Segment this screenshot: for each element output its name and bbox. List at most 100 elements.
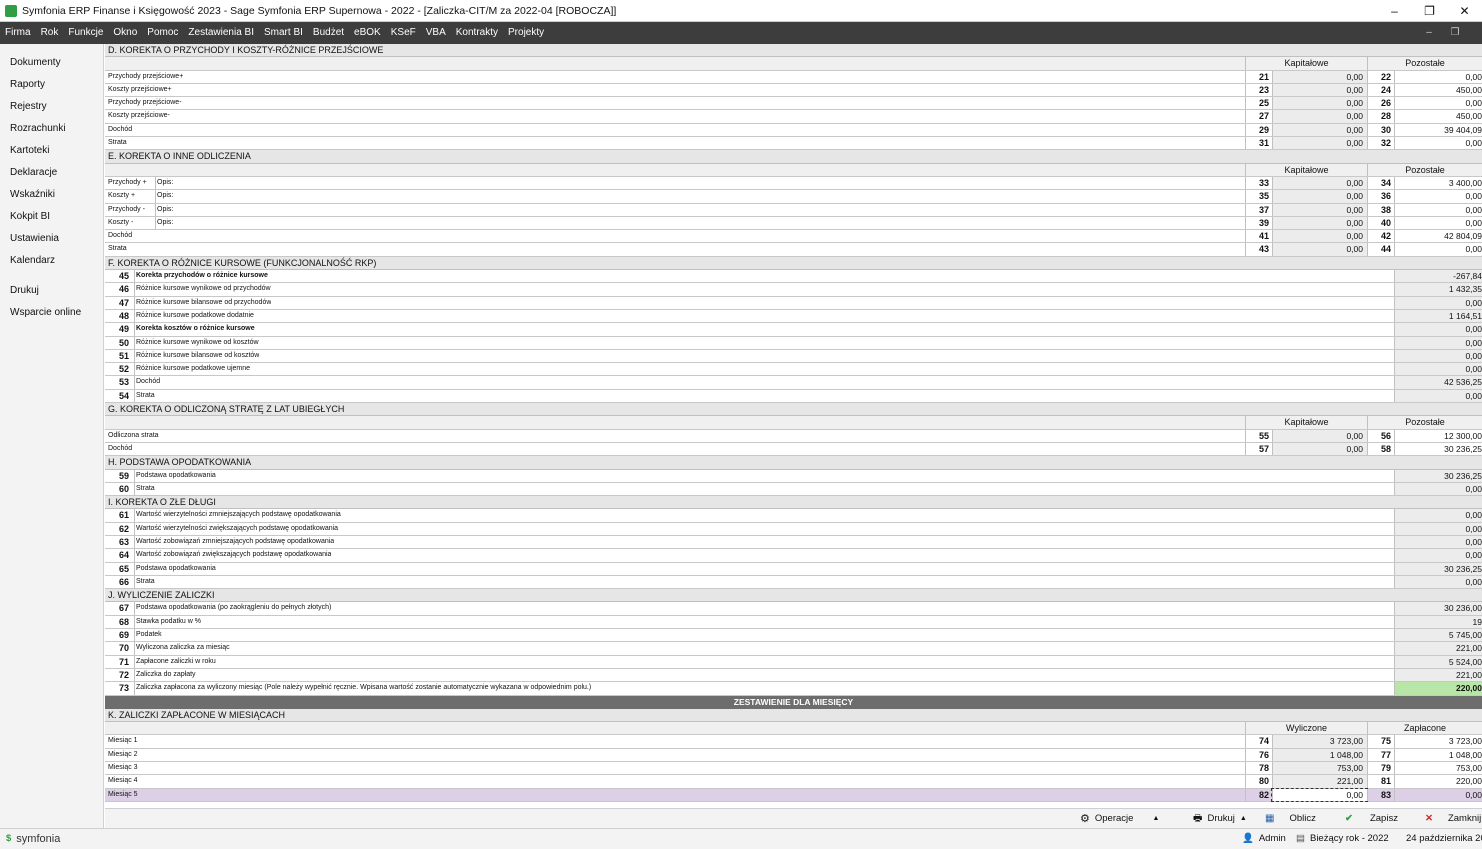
value-field-2[interactable]: 0,00	[1394, 243, 1482, 256]
value-field[interactable]: 19	[1394, 615, 1482, 629]
value-field-1[interactable]: 0,00	[1272, 216, 1367, 230]
value-field[interactable]: 0,00	[1394, 509, 1482, 522]
opis-field[interactable]: Opis:	[155, 216, 173, 230]
maximize-button[interactable]: ❐	[1412, 0, 1447, 22]
value-field-1[interactable]: 753,00	[1272, 762, 1367, 775]
value-field[interactable]: 0,00	[1394, 296, 1482, 309]
menu-item-smart-bi[interactable]: Smart BI	[259, 22, 308, 44]
value-field-2[interactable]: 0,00	[1394, 190, 1482, 203]
value-field-1[interactable]: 0,00	[1272, 442, 1367, 456]
value-field-2[interactable]: 220,00	[1394, 775, 1482, 788]
menu-item-kontrakty[interactable]: Kontrakty	[451, 22, 503, 44]
value-field-1[interactable]: 0,00	[1272, 97, 1367, 110]
value-field-2[interactable]: 1 048,00	[1394, 748, 1482, 762]
value-field[interactable]: 0,00	[1394, 535, 1482, 549]
value-field[interactable]: 42 536,25	[1394, 376, 1482, 389]
value-field-1[interactable]: 0,00	[1272, 190, 1367, 203]
sidebar-item-7[interactable]: Kokpit BI	[0, 206, 103, 228]
value-field[interactable]: 0,00	[1394, 336, 1482, 349]
mdi-restore-button[interactable]: ❐	[1442, 22, 1468, 44]
value-field-2[interactable]: 450,00	[1394, 110, 1482, 123]
value-field[interactable]: 30 236,25	[1394, 469, 1482, 482]
sidebar-item-4[interactable]: Kartoteki	[0, 140, 103, 162]
value-field-1[interactable]: 0,00	[1272, 70, 1367, 83]
value-field[interactable]: 30 236,00	[1394, 602, 1482, 615]
value-field[interactable]: 0,00	[1394, 522, 1482, 535]
value-field-1[interactable]: 0,00	[1272, 243, 1367, 256]
value-field-2[interactable]: 3 400,00	[1394, 176, 1482, 190]
value-field[interactable]: 0,00	[1394, 482, 1482, 496]
sidebar-action-0[interactable]: Drukuj	[0, 280, 103, 302]
sidebar-item-9[interactable]: Kalendarz	[0, 250, 103, 272]
menu-item-okno[interactable]: Okno	[108, 22, 142, 44]
value-field-2[interactable]: 42 804,09	[1394, 230, 1482, 243]
value-field-1[interactable]: 0,00	[1272, 137, 1367, 150]
close-button[interactable]: ✕	[1447, 0, 1482, 22]
value-field[interactable]: 30 236,25	[1394, 562, 1482, 575]
menu-item-firma[interactable]: Firma	[0, 22, 36, 44]
value-field[interactable]: 0,00	[1394, 389, 1482, 403]
value-field-2[interactable]: 450,00	[1394, 83, 1482, 97]
value-field-1[interactable]: 3 723,00	[1272, 735, 1367, 748]
value-field-1[interactable]: 0,00	[1272, 110, 1367, 123]
value-field-2[interactable]: 39 404,09	[1394, 123, 1482, 137]
value-field-1[interactable]: 0,00	[1272, 203, 1367, 216]
menu-item-zestawienia-bi[interactable]: Zestawienia BI	[183, 22, 259, 44]
value-field-2[interactable]: 0,00	[1394, 216, 1482, 230]
value-field-2[interactable]: 12 300,00	[1394, 429, 1482, 442]
value-field-1[interactable]: 221,00	[1272, 775, 1367, 788]
sidebar-item-0[interactable]: Dokumenty	[0, 52, 103, 74]
zapisz-button[interactable]: ✔ Zapisz	[1345, 809, 1398, 829]
value-field[interactable]: 0,00	[1394, 575, 1482, 589]
sidebar-item-2[interactable]: Rejestry	[0, 96, 103, 118]
value-field[interactable]: 0,00	[1394, 323, 1482, 336]
menu-item-projekty[interactable]: Projekty	[503, 22, 549, 44]
value-field[interactable]: 1 432,35	[1394, 283, 1482, 296]
value-field[interactable]: 0,00	[1394, 363, 1482, 376]
mdi-minimize-button[interactable]: –	[1416, 22, 1442, 44]
value-field-1[interactable]: 1 048,00	[1272, 748, 1367, 762]
value-field-1[interactable]: 0,00	[1272, 230, 1367, 243]
sidebar-item-6[interactable]: Wskaźniki	[0, 184, 103, 206]
value-field[interactable]: 221,00	[1394, 668, 1482, 682]
menu-item-ebok[interactable]: eBOK	[349, 22, 386, 44]
value-field[interactable]: 1 164,51	[1394, 309, 1482, 323]
opis-field[interactable]: Opis:	[155, 203, 173, 216]
value-field-2[interactable]: 0,00	[1394, 203, 1482, 216]
value-field-2[interactable]: 0,00	[1394, 70, 1482, 83]
value-field-2[interactable]: 0,00	[1394, 788, 1482, 801]
sidebar-item-3[interactable]: Rozrachunki	[0, 118, 103, 140]
value-field[interactable]: 5 524,00	[1394, 655, 1482, 668]
value-field-1[interactable]: 0,00	[1272, 123, 1367, 137]
minimize-button[interactable]: –	[1377, 0, 1412, 22]
sidebar-item-8[interactable]: Ustawienia	[0, 228, 103, 250]
value-field[interactable]: 0,00	[1394, 349, 1482, 363]
menu-item-budżet[interactable]: Budżet	[308, 22, 349, 44]
value-field[interactable]: 221,00	[1394, 642, 1482, 655]
value-field[interactable]: -267,84	[1394, 270, 1482, 283]
opis-field[interactable]: Opis:	[155, 190, 173, 203]
oblicz-button[interactable]: ▦ Oblicz	[1265, 809, 1316, 829]
menu-item-rok[interactable]: Rok	[36, 22, 64, 44]
menu-item-ksef[interactable]: KSeF	[386, 22, 421, 44]
sidebar-item-1[interactable]: Raporty	[0, 74, 103, 96]
menu-item-vba[interactable]: VBA	[421, 22, 451, 44]
opis-field[interactable]: Opis:	[155, 176, 173, 190]
zamknij-button[interactable]: ✕ Zamknij	[1425, 809, 1481, 829]
value-field-1[interactable]: 0,00	[1271, 787, 1368, 802]
menu-item-funkcje[interactable]: Funkcje	[63, 22, 108, 44]
value-field-2[interactable]: 0,00	[1394, 137, 1482, 150]
value-field-2[interactable]: 0,00	[1394, 97, 1482, 110]
value-field[interactable]: 220,00	[1394, 682, 1482, 695]
value-field-2[interactable]: 753,00	[1394, 762, 1482, 775]
value-field-1[interactable]: 0,00	[1272, 83, 1367, 97]
value-field-2[interactable]: 3 723,00	[1394, 735, 1482, 748]
value-field[interactable]: 0,00	[1394, 549, 1482, 562]
value-field-2[interactable]: 30 236,25	[1394, 442, 1482, 456]
menu-item-pomoc[interactable]: Pomoc	[142, 22, 183, 44]
sidebar-item-5[interactable]: Deklaracje	[0, 162, 103, 184]
value-field-1[interactable]: 0,00	[1272, 429, 1367, 442]
value-field-1[interactable]: 0,00	[1272, 176, 1367, 190]
sidebar-action-1[interactable]: Wsparcie online	[0, 302, 103, 324]
value-field[interactable]: 5 745,00	[1394, 629, 1482, 642]
